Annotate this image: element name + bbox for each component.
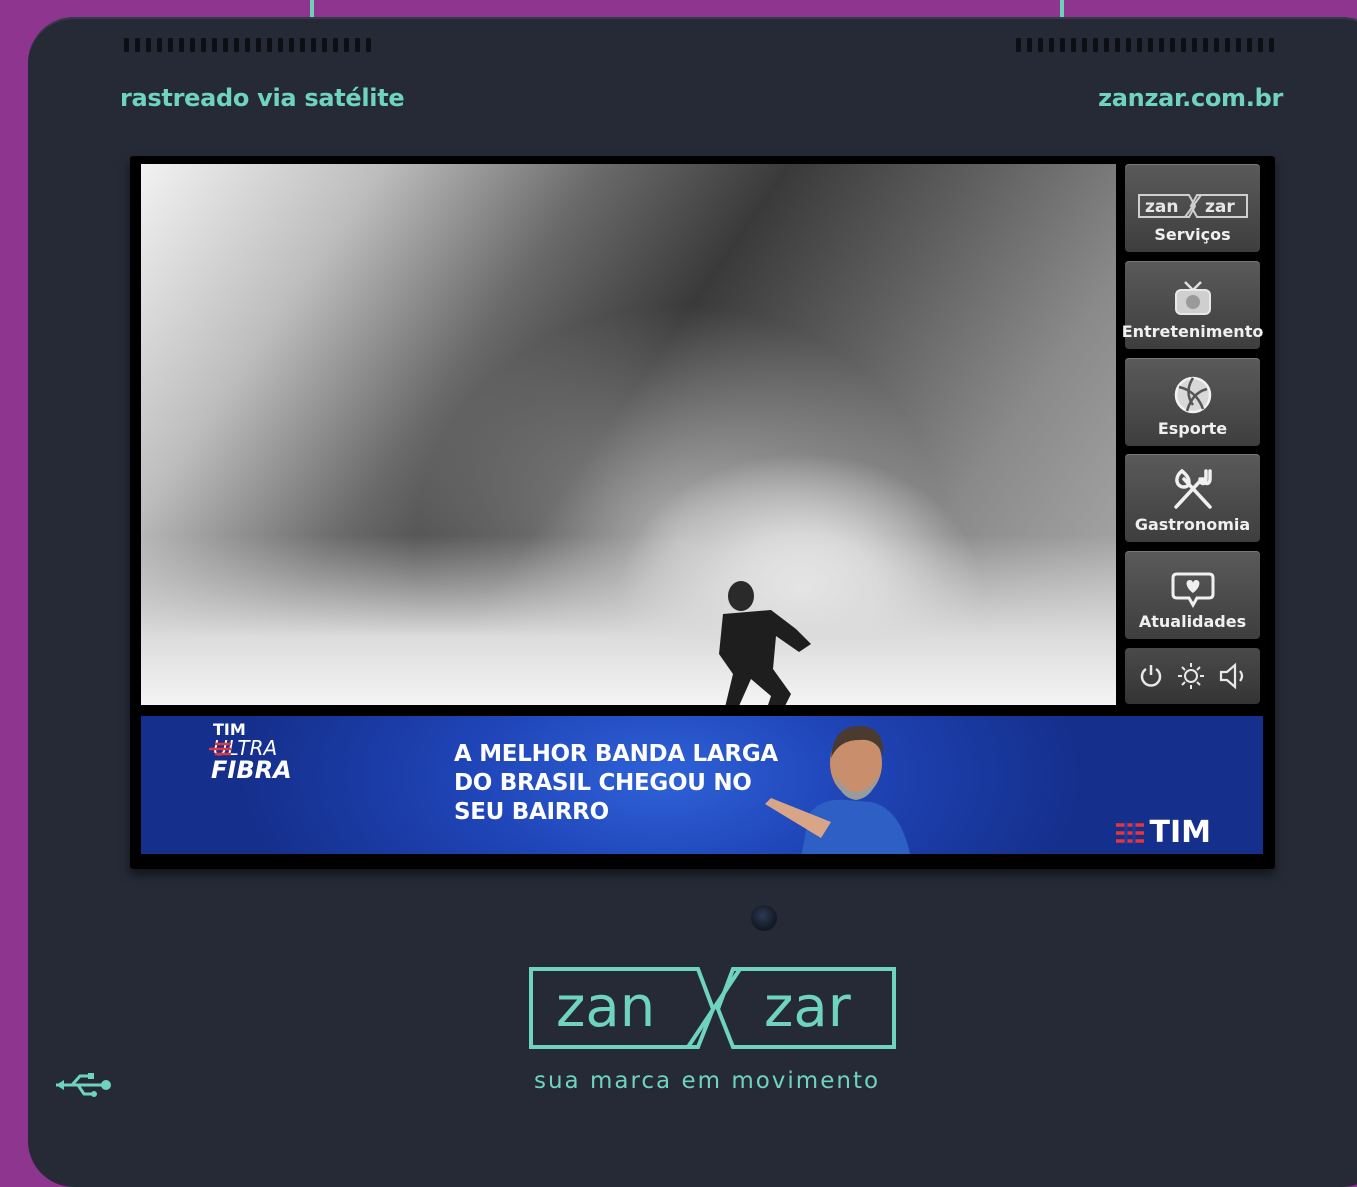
svg-text:zan: zan (556, 975, 655, 1040)
tagline-text: rastreado via satélite (120, 84, 405, 112)
tim-ad-banner[interactable]: TIM ULTRA FIBRA A MELHOR BANDA LARGA DO … (141, 716, 1263, 854)
speaker-grille-left (124, 38, 371, 54)
svg-text:zar: zar (764, 975, 852, 1040)
usb-icon (56, 1073, 111, 1097)
heart-bubble-icon (1171, 572, 1214, 608)
zanzar-footer-logo: zan zar (529, 967, 896, 1049)
device-controls (1125, 648, 1260, 704)
wave-foam (141, 535, 1116, 705)
website-text: zanzar.com.br (1098, 84, 1283, 112)
sidebar-item-servicos[interactable]: zan zar Serviços (1125, 164, 1260, 252)
tim-mark-icon (1115, 821, 1144, 844)
speaker-grille-right (1016, 38, 1274, 54)
brightness-icon[interactable] (1176, 661, 1206, 691)
speed-lines-icon (209, 742, 231, 756)
zanzar-logo-icon: zan zar (1137, 194, 1248, 218)
power-icon[interactable] (1137, 662, 1165, 690)
sidebar-item-label: Gastronomia (1134, 515, 1251, 534)
utensils-icon (1173, 468, 1212, 509)
strap-left (310, 0, 314, 18)
sidebar-item-label: Entretenimento (1121, 322, 1264, 341)
banner-headline: A MELHOR BANDA LARGA DO BRASIL CHEGOU NO… (454, 741, 778, 825)
strap-right (1060, 0, 1064, 18)
tim-logo: TIM (1115, 815, 1211, 850)
sidebar-item-gastronomia[interactable]: Gastronomia (1125, 454, 1260, 542)
sidebar-item-label: Serviços (1154, 225, 1231, 244)
tim-ultra-fibra-logo: TIM ULTRA FIBRA (209, 720, 292, 784)
volume-icon[interactable] (1218, 662, 1248, 690)
sidebar-item-label: Atualidades (1138, 612, 1247, 631)
hero-surf-image[interactable] (141, 164, 1116, 705)
svg-text:zan: zan (1145, 197, 1178, 217)
camera-lens (751, 905, 777, 931)
sidebar-item-esporte[interactable]: Esporte (1125, 358, 1260, 446)
surfer-figure (719, 581, 811, 705)
sidebar-item-entretenimento[interactable]: Entretenimento (1122, 261, 1263, 349)
svg-text:zar: zar (1205, 197, 1235, 217)
sidebar-item-atualidades[interactable]: Atualidades (1125, 551, 1260, 639)
tv-icon (1174, 281, 1211, 315)
spokesperson-photo (765, 726, 911, 854)
volleyball-icon (1174, 376, 1211, 414)
slogan-text: sua marca em movimento (534, 1068, 881, 1094)
sidebar-item-label: Esporte (1157, 419, 1228, 438)
